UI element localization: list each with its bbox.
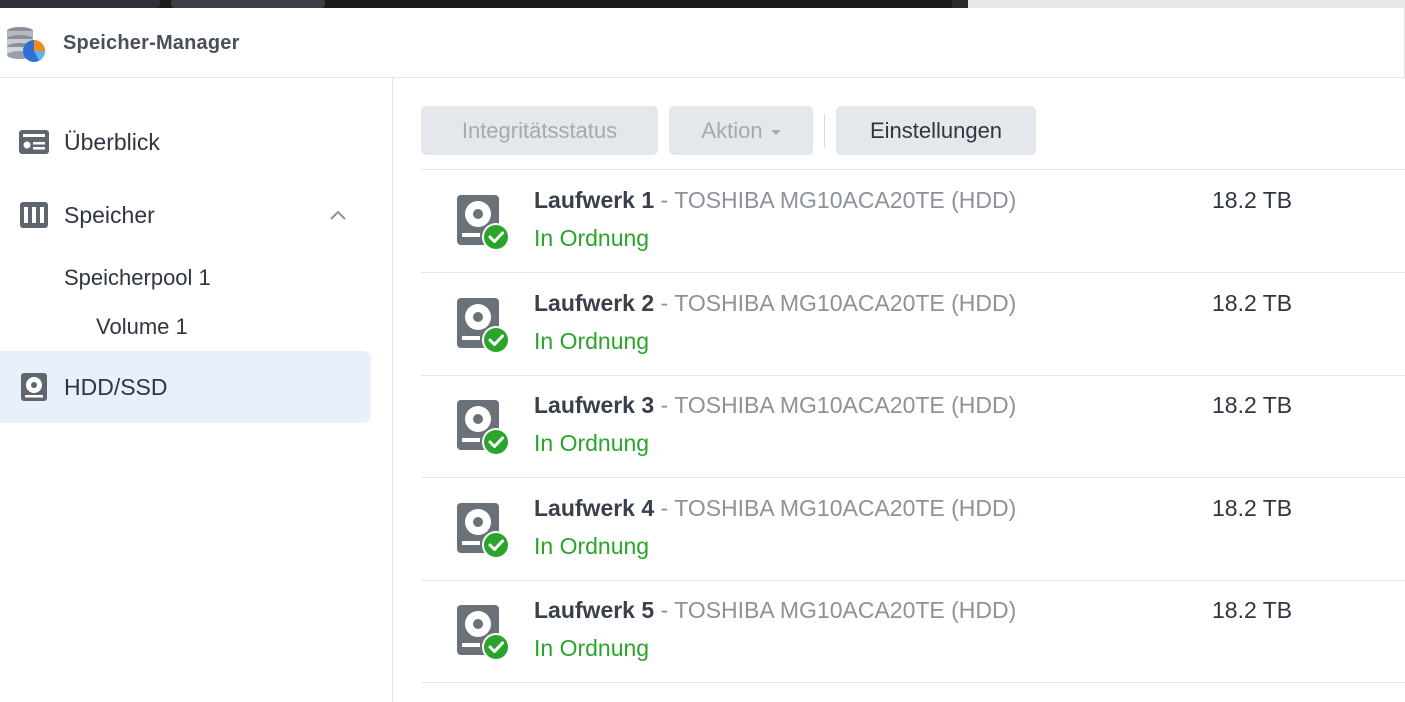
- app-title: Speicher-Manager: [63, 32, 240, 54]
- drive-size: 18.2 TB: [1212, 290, 1293, 316]
- drive-title: Laufwerk 5 - TOSHIBA MG10ACA20TE (HDD): [534, 597, 1016, 624]
- drive-separator: -: [654, 597, 675, 623]
- drive-title: Laufwerk 2 - TOSHIBA MG10ACA20TE (HDD): [534, 290, 1016, 317]
- storage-icon: [20, 202, 48, 228]
- os-strip-divider: [952, 0, 968, 8]
- drive-size: 18.2 TB: [1212, 392, 1293, 418]
- drive-size: 18.2 TB: [1212, 187, 1293, 213]
- toolbar: Integritätsstatus Aktion Einstellungen: [421, 106, 1405, 155]
- caret-down-icon: [770, 129, 781, 135]
- drive-row[interactable]: Laufwerk 5 - TOSHIBA MG10ACA20TE (HDD) In…: [421, 580, 1405, 683]
- app-header: Speicher-Manager: [0, 8, 1405, 78]
- chevron-up-icon[interactable]: [326, 203, 350, 227]
- overview-icon: [19, 130, 49, 154]
- drive-title: Laufwerk 3 - TOSHIBA MG10ACA20TE (HDD): [534, 392, 1016, 419]
- drive-name: Laufwerk 2: [534, 290, 655, 316]
- drive-model: TOSHIBA MG10ACA20TE (HDD): [674, 495, 1017, 521]
- drive-size: 18.2 TB: [1212, 495, 1293, 521]
- drive-size: 18.2 TB: [1212, 597, 1293, 623]
- drive-row[interactable]: Laufwerk 2 - TOSHIBA MG10ACA20TE (HDD) In…: [421, 273, 1405, 376]
- sidebar: Überblick Speicher Speicherpool 1 Volume…: [0, 78, 393, 702]
- toolbar-divider: [824, 114, 825, 147]
- drive-status: In Ordnung: [534, 430, 650, 456]
- sidebar-item-speicherpool-1[interactable]: Speicherpool 1: [64, 265, 211, 291]
- storage-manager-app-icon: [7, 27, 45, 62]
- drive-name: Laufwerk 4: [534, 495, 655, 521]
- sidebar-item-volume-1[interactable]: Volume 1: [96, 314, 188, 340]
- sidebar-item-hdd-ssd[interactable]: HDD/SSD: [0, 351, 371, 423]
- drive-status: In Ordnung: [534, 328, 650, 354]
- hdd-healthy-icon: [457, 298, 510, 354]
- hdd-healthy-icon: [457, 195, 510, 251]
- hdd-healthy-icon: [457, 400, 510, 456]
- drive-model: TOSHIBA MG10ACA20TE (HDD): [674, 392, 1017, 418]
- main-panel: Integritätsstatus Aktion Einstellungen L…: [393, 78, 1405, 702]
- drive-separator: -: [654, 290, 675, 316]
- drive-status: In Ordnung: [534, 635, 650, 661]
- health-status-button[interactable]: Integritätsstatus: [421, 106, 658, 155]
- drive-status: In Ordnung: [534, 225, 650, 251]
- hdd-healthy-icon: [457, 605, 510, 661]
- sidebar-item-label: HDD/SSD: [64, 373, 168, 400]
- health-status-label: Integritätsstatus: [461, 117, 618, 143]
- drive-title: Laufwerk 4 - TOSHIBA MG10ACA20TE (HDD): [534, 495, 1016, 522]
- sidebar-item-label: Überblick: [64, 128, 160, 155]
- hdd-healthy-icon: [457, 503, 510, 559]
- drive-title: Laufwerk 1 - TOSHIBA MG10ACA20TE (HDD): [534, 187, 1016, 214]
- os-tab[interactable]: [0, 0, 160, 8]
- settings-button[interactable]: Einstellungen: [836, 106, 1036, 155]
- drive-name: Laufwerk 5: [534, 597, 655, 623]
- drive-row[interactable]: Laufwerk 3 - TOSHIBA MG10ACA20TE (HDD) In…: [421, 375, 1405, 478]
- action-label: Aktion: [701, 117, 763, 143]
- drive-separator: -: [654, 187, 675, 213]
- sidebar-item-storage[interactable]: Speicher: [0, 179, 371, 251]
- drive-status: In Ordnung: [534, 533, 650, 559]
- settings-label: Einstellungen: [869, 117, 1003, 143]
- sidebar-item-label: Speicher: [64, 201, 155, 228]
- drive-name: Laufwerk 3: [534, 392, 655, 418]
- drive-row[interactable]: Laufwerk 4 - TOSHIBA MG10ACA20TE (HDD) In…: [421, 478, 1405, 581]
- os-tab[interactable]: [171, 0, 325, 8]
- sidebar-item-overview[interactable]: Überblick: [0, 106, 371, 178]
- drive-model: TOSHIBA MG10ACA20TE (HDD): [674, 290, 1017, 316]
- drive-name: Laufwerk 1: [534, 187, 655, 213]
- os-tab-strip: [0, 0, 1405, 8]
- hdd-icon: [21, 373, 47, 401]
- action-dropdown-button[interactable]: Aktion: [669, 106, 813, 155]
- drive-row[interactable]: Laufwerk 1 - TOSHIBA MG10ACA20TE (HDD) In…: [421, 170, 1405, 273]
- drive-model: TOSHIBA MG10ACA20TE (HDD): [674, 597, 1017, 623]
- drive-model: TOSHIBA MG10ACA20TE (HDD): [674, 187, 1017, 213]
- drive-separator: -: [654, 495, 675, 521]
- drive-separator: -: [654, 392, 675, 418]
- os-strip-area: [968, 0, 1405, 8]
